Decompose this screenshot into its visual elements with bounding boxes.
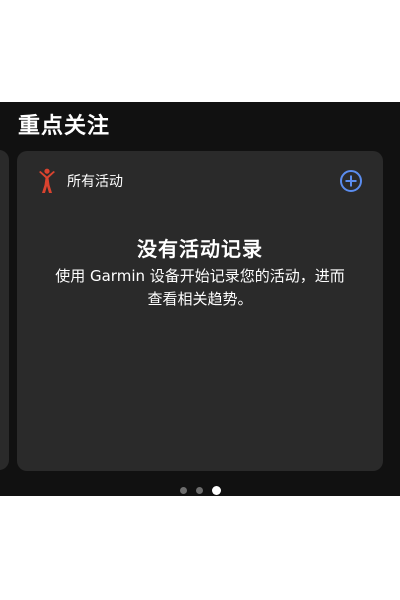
add-activity-button[interactable] <box>339 169 363 193</box>
page-indicator <box>0 486 400 495</box>
activity-person-icon <box>37 168 57 194</box>
empty-state-title: 没有活动记录 <box>137 237 263 261</box>
page-dot-active[interactable] <box>211 486 221 495</box>
page-dot[interactable] <box>179 487 187 494</box>
section-title: 重点关注 <box>18 114 111 139</box>
plus-circle-icon <box>340 170 362 192</box>
app-screen: 重点关注 所有活动 没有活动记录 使用 Garmin 设备开始记录您的活动，进而… <box>0 102 400 496</box>
card-label: 所有活动 <box>67 174 123 190</box>
all-activities-card[interactable]: 所有活动 没有活动记录 使用 Garmin 设备开始记录您的活动，进而查看相关趋… <box>17 151 383 471</box>
empty-state-description: 使用 Garmin 设备开始记录您的活动，进而查看相关趋势。 <box>55 267 345 308</box>
page-dot[interactable] <box>195 487 203 494</box>
previous-card-peek[interactable] <box>0 150 9 470</box>
card-header: 所有活动 <box>37 167 363 195</box>
